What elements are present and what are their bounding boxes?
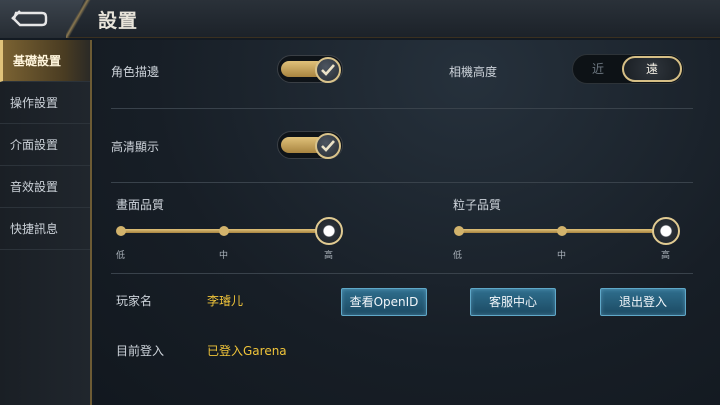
sidebar-item-basic[interactable]: 基礎設置 xyxy=(0,40,90,82)
camera-height-selector[interactable]: 近 遠 xyxy=(572,54,684,84)
particle-quality-slider[interactable]: 低 中 高 xyxy=(453,216,683,261)
hd-display-label: 高清顯示 xyxy=(111,140,160,154)
slider-stop xyxy=(219,226,229,236)
divider xyxy=(111,182,693,183)
sidebar-item-interface[interactable]: 介面設置 xyxy=(0,124,90,166)
sidebar-item-quick-messages[interactable]: 快捷訊息 xyxy=(0,208,90,250)
player-name-label: 玩家名 xyxy=(116,294,153,308)
camera-height-label: 相機高度 xyxy=(449,65,498,79)
outline-toggle[interactable] xyxy=(277,55,343,83)
outline-label: 角色描邊 xyxy=(111,65,160,79)
sidebar-item-controls[interactable]: 操作設置 xyxy=(0,82,90,124)
graphics-quality-label: 畫面品質 xyxy=(116,198,165,212)
divider xyxy=(111,273,693,274)
settings-sidebar: 基礎設置 操作設置 介面設置 音效設置 快捷訊息 xyxy=(0,40,92,405)
tick-mid: 中 xyxy=(557,251,567,261)
divider xyxy=(111,108,693,109)
tick-low: 低 xyxy=(453,251,463,261)
slider-handle[interactable] xyxy=(315,217,343,245)
login-status-value: 已登入Garena xyxy=(207,344,287,358)
slider-handle[interactable] xyxy=(652,217,680,245)
slider-stop xyxy=(454,226,464,236)
view-openid-button[interactable]: 查看OpenID xyxy=(341,288,427,316)
login-status-label: 目前登入 xyxy=(116,344,165,358)
camera-near-option[interactable]: 近 xyxy=(573,55,623,83)
customer-service-button[interactable]: 客服中心 xyxy=(470,288,556,316)
tick-high: 高 xyxy=(661,251,671,261)
logout-button[interactable]: 退出登入 xyxy=(600,288,686,316)
checkmark-icon xyxy=(321,64,335,76)
toggle-knob xyxy=(315,133,341,159)
header-bar: 設置 xyxy=(0,0,720,38)
graphics-quality-slider[interactable]: 低 中 高 xyxy=(115,216,345,261)
settings-content: 角色描邊 相機高度 近 遠 高清顯示 畫面品質 低 中 高 粒子品質 低 中 高… xyxy=(94,40,720,405)
header-accent xyxy=(66,0,92,38)
back-arrow-icon xyxy=(11,10,48,27)
page-title: 設置 xyxy=(98,10,139,32)
checkmark-icon xyxy=(321,140,335,152)
particle-quality-label: 粒子品質 xyxy=(453,198,502,212)
tick-mid: 中 xyxy=(219,251,229,261)
toggle-knob xyxy=(315,57,341,83)
tick-low: 低 xyxy=(116,251,126,261)
tick-high: 高 xyxy=(324,251,334,261)
slider-stop xyxy=(557,226,567,236)
player-name-value: 李璿儿 xyxy=(207,294,244,308)
sidebar-item-audio[interactable]: 音效設置 xyxy=(0,166,90,208)
slider-stop xyxy=(116,226,126,236)
hd-display-toggle[interactable] xyxy=(277,131,343,159)
camera-far-option[interactable]: 遠 xyxy=(622,56,682,82)
